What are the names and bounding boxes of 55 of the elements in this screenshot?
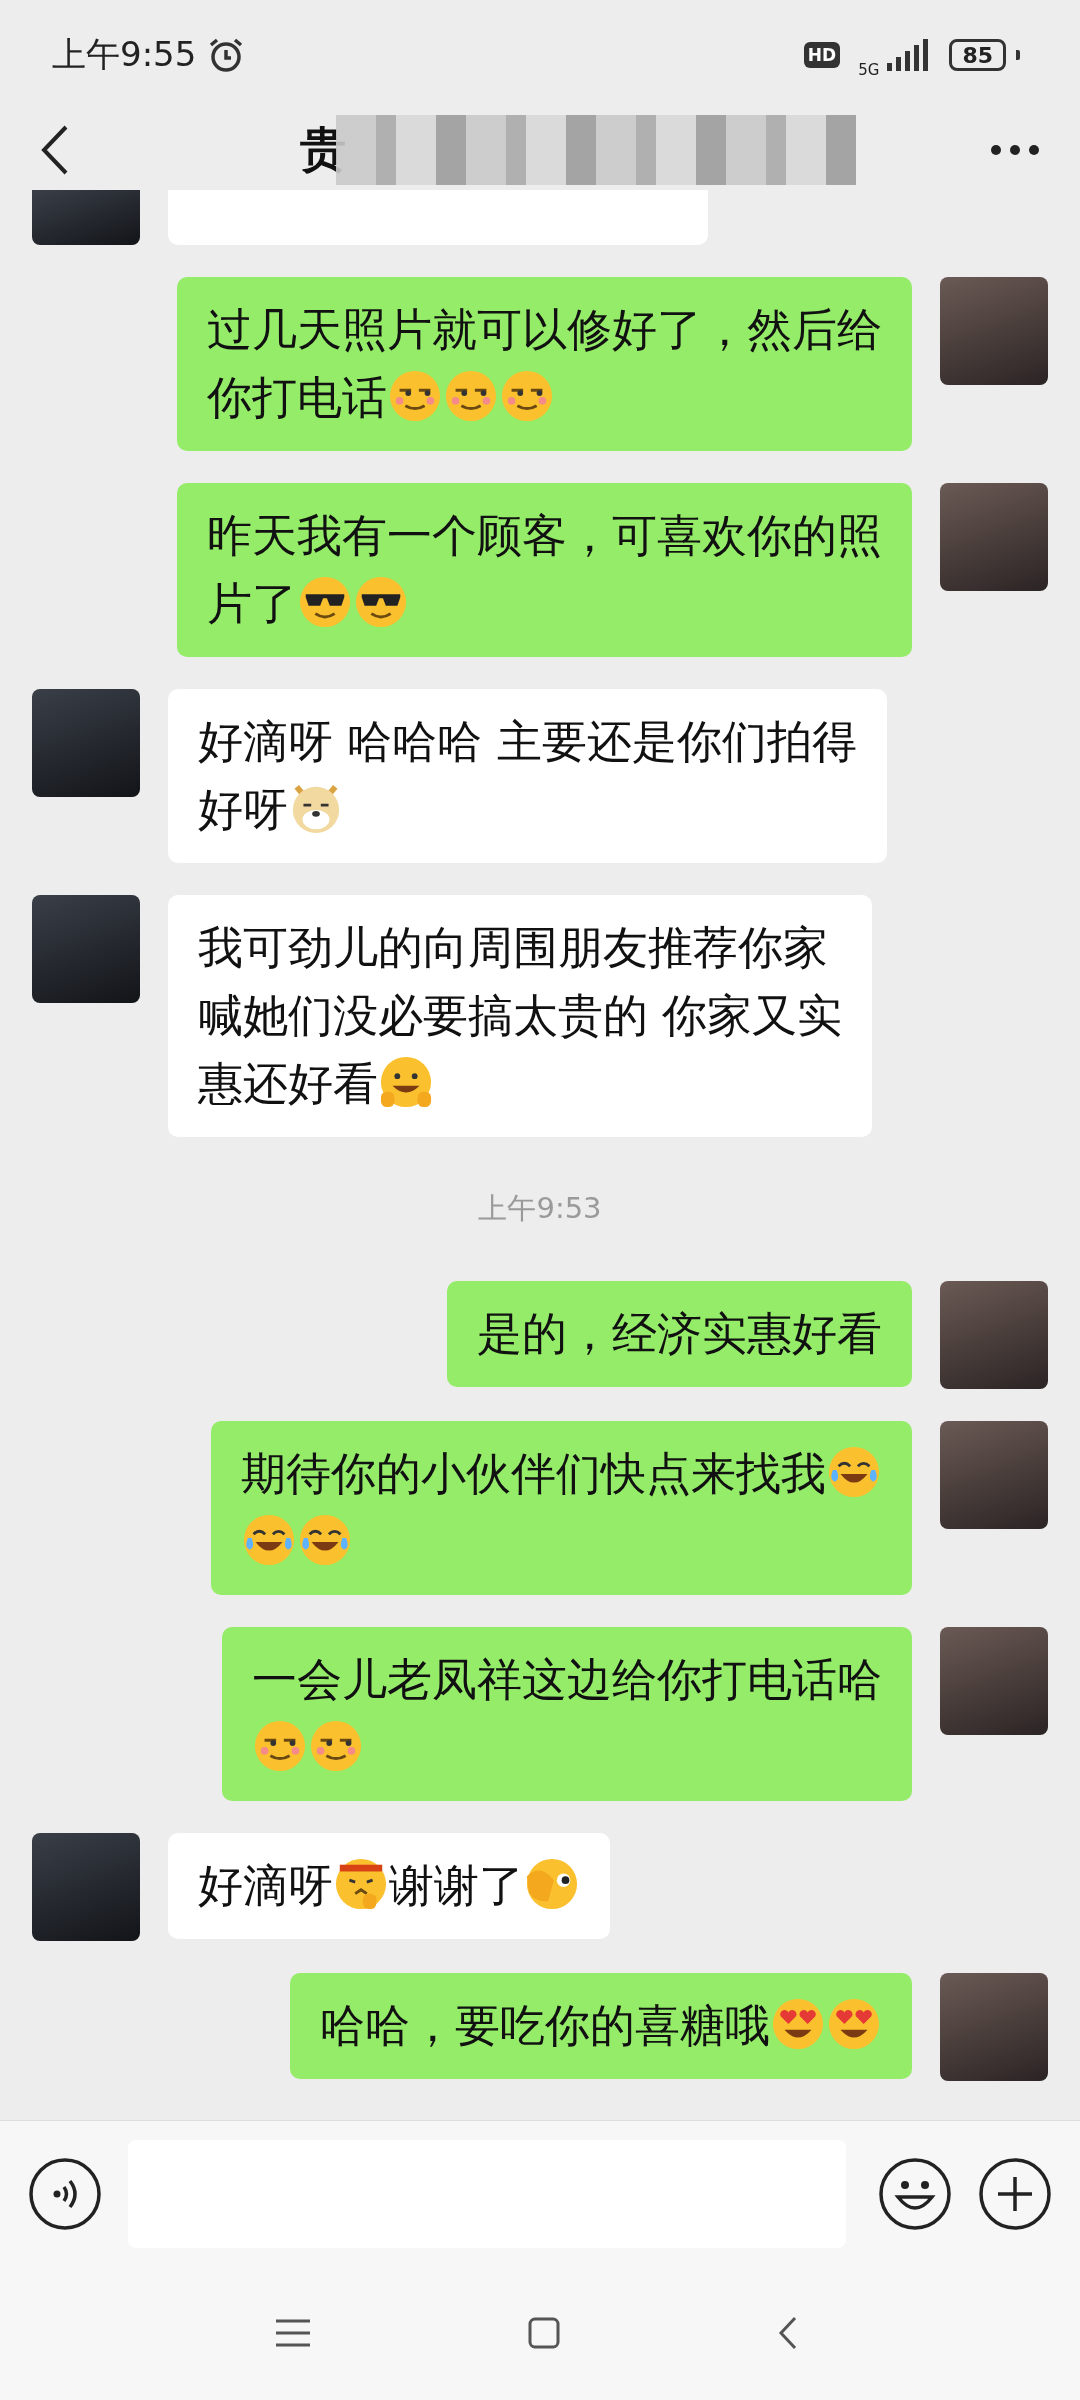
more-icon[interactable] bbox=[990, 144, 1040, 156]
avatar-photo-placeholder[interactable] bbox=[940, 1973, 1048, 2081]
battery-level: 85 bbox=[949, 39, 1006, 71]
emoji-icon bbox=[525, 1857, 579, 1911]
emoji-icon bbox=[444, 369, 498, 423]
message-text: 过几天照片就可以修好了，然后给 bbox=[207, 303, 882, 356]
message-text: 谢谢了 bbox=[389, 1859, 524, 1912]
emoji-icon bbox=[309, 1719, 363, 1773]
message-text: 你打电话 bbox=[207, 371, 387, 424]
avatar-photo-placeholder[interactable] bbox=[32, 190, 140, 245]
message-text: 惠还好看 bbox=[198, 1057, 378, 1110]
avatar-photo-placeholder[interactable] bbox=[32, 895, 140, 1003]
emoji-icon[interactable] bbox=[878, 2156, 952, 2231]
emoji-icon bbox=[827, 1445, 881, 1499]
menu-icon[interactable] bbox=[276, 2318, 310, 2348]
status-time: 上午9:55 bbox=[52, 33, 197, 76]
network-label: 5G bbox=[858, 61, 880, 79]
avatar-photo-placeholder[interactable] bbox=[940, 1281, 1048, 1389]
message-text: 好呀 bbox=[198, 783, 288, 836]
avatar-photo-placeholder[interactable] bbox=[940, 1421, 1048, 1529]
emoji-icon bbox=[298, 575, 352, 629]
plus-icon[interactable] bbox=[978, 2156, 1052, 2231]
signal-icon bbox=[885, 39, 930, 71]
emoji-icon bbox=[298, 1513, 352, 1567]
message-text: 片了 bbox=[207, 577, 297, 630]
emoji-icon bbox=[827, 1997, 881, 2051]
message-text: 我可劲儿的向周围朋友推荐你家 bbox=[198, 921, 828, 974]
message-text: 昨天我有一个顾客，可喜欢你的照 bbox=[207, 509, 882, 562]
emoji-icon bbox=[334, 1857, 388, 1911]
message-text: 期待你的小伙伴们快点来找我 bbox=[241, 1447, 826, 1500]
avatar-photo-placeholder[interactable] bbox=[940, 1627, 1048, 1735]
hd-badge: HD bbox=[803, 42, 841, 68]
message-text: 好滴呀 bbox=[198, 1859, 333, 1912]
emoji-icon bbox=[354, 575, 408, 629]
back-icon[interactable] bbox=[40, 124, 70, 176]
emoji-icon bbox=[388, 369, 442, 423]
back-icon[interactable] bbox=[778, 2316, 798, 2350]
voice-icon[interactable] bbox=[28, 2156, 102, 2231]
message-text: 一会儿老凤祥这边给你打电话哈 bbox=[252, 1653, 882, 1706]
avatar-photo-placeholder[interactable] bbox=[32, 689, 140, 797]
chat-title: 贵 bbox=[300, 121, 346, 178]
avatar-photo-placeholder[interactable] bbox=[940, 483, 1048, 591]
emoji-icon bbox=[242, 1513, 296, 1567]
message-text: 喊她们没必要搞太贵的 你家又实 bbox=[198, 989, 843, 1042]
timestamp: 上午9:53 bbox=[478, 1190, 602, 1227]
message-text: 好滴呀 哈哈哈 主要还是你们拍得 bbox=[198, 715, 857, 768]
home-icon[interactable] bbox=[528, 2317, 560, 2349]
emoji-icon bbox=[500, 369, 554, 423]
emoji-icon bbox=[253, 1719, 307, 1773]
emoji-icon bbox=[379, 1055, 433, 1109]
emoji-icon bbox=[771, 1997, 825, 2051]
avatar-photo-placeholder[interactable] bbox=[940, 277, 1048, 385]
message-text: 哈哈，要吃你的喜糖哦 bbox=[320, 1999, 770, 2052]
message-text: 是的，经济实惠好看 bbox=[477, 1307, 882, 1360]
avatar-photo-placeholder[interactable] bbox=[32, 1833, 140, 1941]
